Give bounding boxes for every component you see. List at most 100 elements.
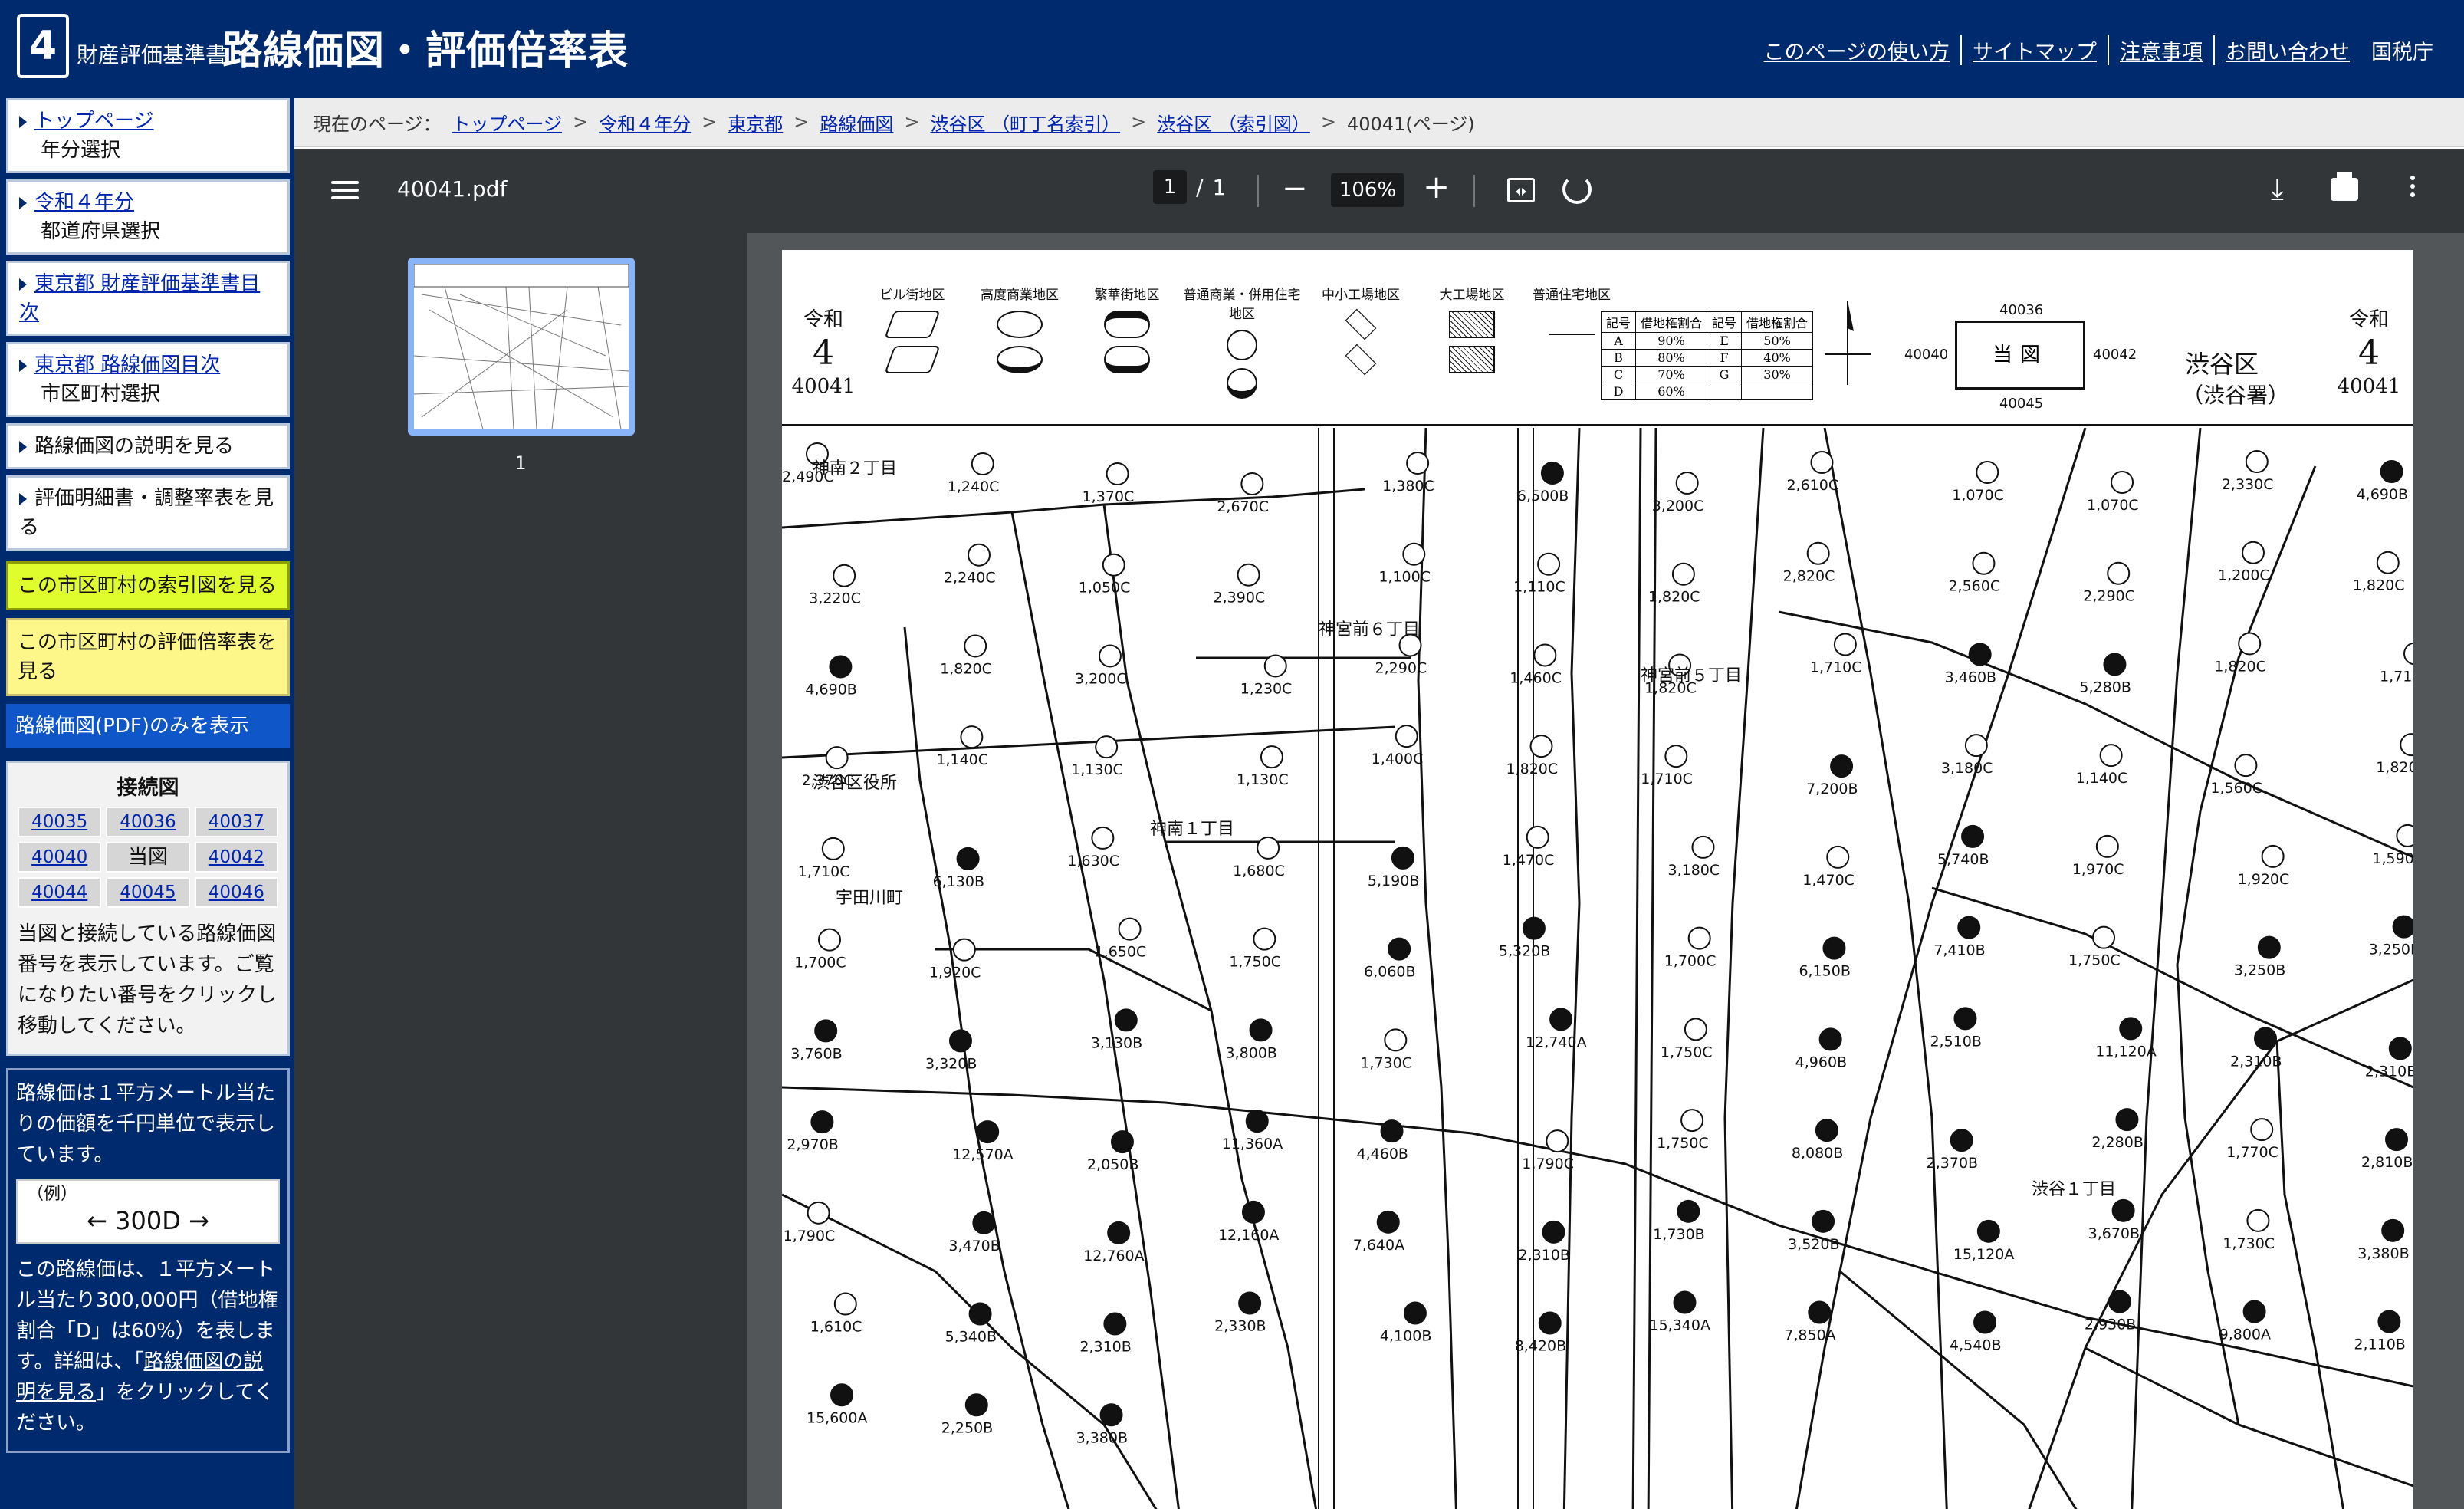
- chevron-right-icon: >: [793, 111, 810, 133]
- route-price-label: 7,850A: [1784, 1327, 1835, 1344]
- link-contact[interactable]: お問い合わせ: [2215, 35, 2361, 65]
- route-price-marker: [830, 1383, 853, 1407]
- route-price-label: 2,310B: [2230, 1053, 2282, 1070]
- route-price-marker: [1384, 1028, 1408, 1052]
- breadcrumb-route-map[interactable]: 路線価図: [820, 109, 893, 136]
- route-price-marker: [1103, 1312, 1127, 1336]
- reiwa-year-right: 令和 4 40041: [2331, 304, 2407, 398]
- download-icon[interactable]: ⤓: [2271, 172, 2284, 206]
- zoom-in-icon[interactable]: +: [1423, 170, 1450, 204]
- route-price-label: 5,280B: [2079, 679, 2131, 695]
- breadcrumb-tokyo[interactable]: 東京都: [728, 109, 783, 136]
- reiwa-label: 令和: [2348, 308, 2389, 331]
- route-price-marker: [2403, 642, 2413, 666]
- sidebar-item-map-explain[interactable]: 路線価図の説明を見る: [6, 423, 290, 469]
- index-map-button[interactable]: この市区町村の索引図を見る: [6, 561, 290, 610]
- reiwa-year-left: 令和 4 40041: [785, 304, 862, 398]
- connect-cell-40042[interactable]: 40042: [194, 842, 278, 873]
- breadcrumb-top[interactable]: トップページ: [452, 109, 563, 136]
- route-price-marker: [1114, 1008, 1138, 1032]
- page-separator: /: [1196, 174, 1204, 200]
- route-price-marker: [1240, 472, 1264, 495]
- zoom-out-icon[interactable]: −: [1282, 172, 1308, 205]
- more-options-icon[interactable]: [2410, 172, 2418, 201]
- route-price-label: 5,740B: [1937, 851, 1989, 868]
- route-price-label: 3,470B: [948, 1238, 1000, 1254]
- breadcrumb-current: 40041(ページ): [1347, 113, 1475, 135]
- rotate-icon[interactable]: [1562, 175, 1592, 204]
- route-price-marker: [1687, 926, 1711, 950]
- map-legend: 令和 4 40041 ビル街地区 高度商業地区 繁華街地区 普通商業・併用住宅地…: [782, 250, 2413, 426]
- breadcrumb-shibuya-town[interactable]: 渋谷区 （町丁名索引）: [931, 109, 1121, 136]
- route-price-label: 1,470C: [1802, 872, 1855, 889]
- pdf-only-button[interactable]: 路線価図(PDF)のみを表示: [6, 704, 290, 748]
- sidebar-link-year[interactable]: 令和４年分: [34, 191, 134, 214]
- route-price-marker: [1957, 916, 1981, 939]
- pdf-page: 令和 4 40041 ビル街地区 高度商業地区 繁華街地区 普通商業・併用住宅地…: [782, 250, 2413, 1509]
- route-price-label: 2,280B: [2091, 1134, 2143, 1151]
- route-price-label: 1,380C: [1382, 478, 1434, 495]
- sidebar-link-tokyo-map-index[interactable]: 東京都 路線価図目次: [34, 353, 220, 376]
- breadcrumb-shibuya-index[interactable]: 渋谷区 （索引図）: [1157, 109, 1310, 136]
- route-price-label: 12,740A: [1526, 1034, 1586, 1050]
- route-price-marker: [964, 1393, 988, 1417]
- page-number-input[interactable]: 1: [1153, 170, 1187, 204]
- connect-cell-40035[interactable]: 40035: [18, 807, 102, 837]
- link-notes[interactable]: 注意事項: [2109, 35, 2215, 65]
- agency-name: 国税庁: [2371, 41, 2433, 64]
- route-price-marker: [1826, 845, 1850, 869]
- rate-table-button[interactable]: この市区町村の評価倍率表を見る: [6, 618, 290, 696]
- route-price-label: 6,130B: [933, 873, 984, 890]
- route-price-marker: [1245, 1110, 1269, 1133]
- route-price-marker: [1253, 927, 1276, 951]
- connect-cell-40044[interactable]: 40044: [18, 877, 102, 908]
- locator-right-sheet: 40042: [2093, 347, 2137, 363]
- route-price-marker: [1099, 1403, 1123, 1427]
- route-price-marker: [1953, 1007, 1977, 1031]
- link-sitemap[interactable]: サイトマップ: [1962, 35, 2109, 65]
- place-name-label: 神宮前６丁目: [1319, 620, 1420, 639]
- route-price-marker: [1833, 633, 1857, 656]
- route-price-marker: [807, 1201, 830, 1225]
- route-price-marker: [1533, 643, 1557, 667]
- route-price-marker: [1677, 1199, 1700, 1223]
- page-thumbnail[interactable]: [408, 258, 635, 436]
- route-price-label: 1,750C: [2068, 952, 2121, 969]
- connect-cell-40046[interactable]: 40046: [194, 877, 278, 908]
- triangle-bullet-icon: [19, 278, 27, 291]
- route-price-label: 1,920C: [929, 965, 981, 981]
- breadcrumb-year[interactable]: 令和４年分: [599, 109, 691, 136]
- sidebar-link-tokyo-index[interactable]: 東京都 財産評価基準書目次: [19, 272, 260, 324]
- route-price-label: 1,730C: [1360, 1054, 1412, 1071]
- connect-cell-40037[interactable]: 40037: [194, 807, 278, 837]
- triangle-bullet-icon: [19, 492, 27, 505]
- connect-cell-40036[interactable]: 40036: [106, 807, 190, 837]
- route-price-marker: [1107, 1221, 1131, 1244]
- zoom-level-input[interactable]: 106%: [1331, 173, 1404, 207]
- connect-cell-40045[interactable]: 40045: [106, 877, 190, 908]
- route-price-marker: [821, 837, 845, 860]
- locator-bottom-sheet: 40045: [1999, 396, 2044, 412]
- route-price-label: 1,710C: [2380, 668, 2413, 685]
- sheet-number: 40041: [791, 375, 856, 398]
- print-icon[interactable]: [2331, 172, 2358, 201]
- route-price-marker: [976, 1120, 1000, 1144]
- menu-icon[interactable]: [331, 176, 359, 204]
- route-price-marker: [2396, 824, 2413, 847]
- link-how-to-use[interactable]: このページの使い方: [1753, 35, 1962, 65]
- sidebar-item-detail-sheet[interactable]: 評価明細書・調整率表を見る: [6, 475, 290, 551]
- route-price-marker: [2095, 834, 2119, 858]
- route-price-marker: [1406, 452, 1430, 475]
- route-price-marker: [948, 1029, 972, 1053]
- connect-cell-40040[interactable]: 40040: [18, 842, 102, 873]
- route-price-label: 1,750C: [1657, 1135, 1709, 1152]
- legend-normal-commercial: 普通商業・併用住宅地区: [1181, 284, 1303, 399]
- place-name-label: 渋谷１丁目: [2032, 1180, 2116, 1199]
- fit-to-page-icon[interactable]: [1507, 178, 1535, 202]
- route-price-label: 3,200C: [1652, 498, 1704, 515]
- rate-symbol: D: [1600, 383, 1637, 400]
- route-price-label: 3,180C: [1941, 760, 1993, 777]
- sidebar-link-top[interactable]: トップページ: [34, 110, 153, 133]
- sidebar-item-sub: 年分選択: [41, 139, 121, 162]
- route-price-label: 5,190B: [1368, 873, 1419, 889]
